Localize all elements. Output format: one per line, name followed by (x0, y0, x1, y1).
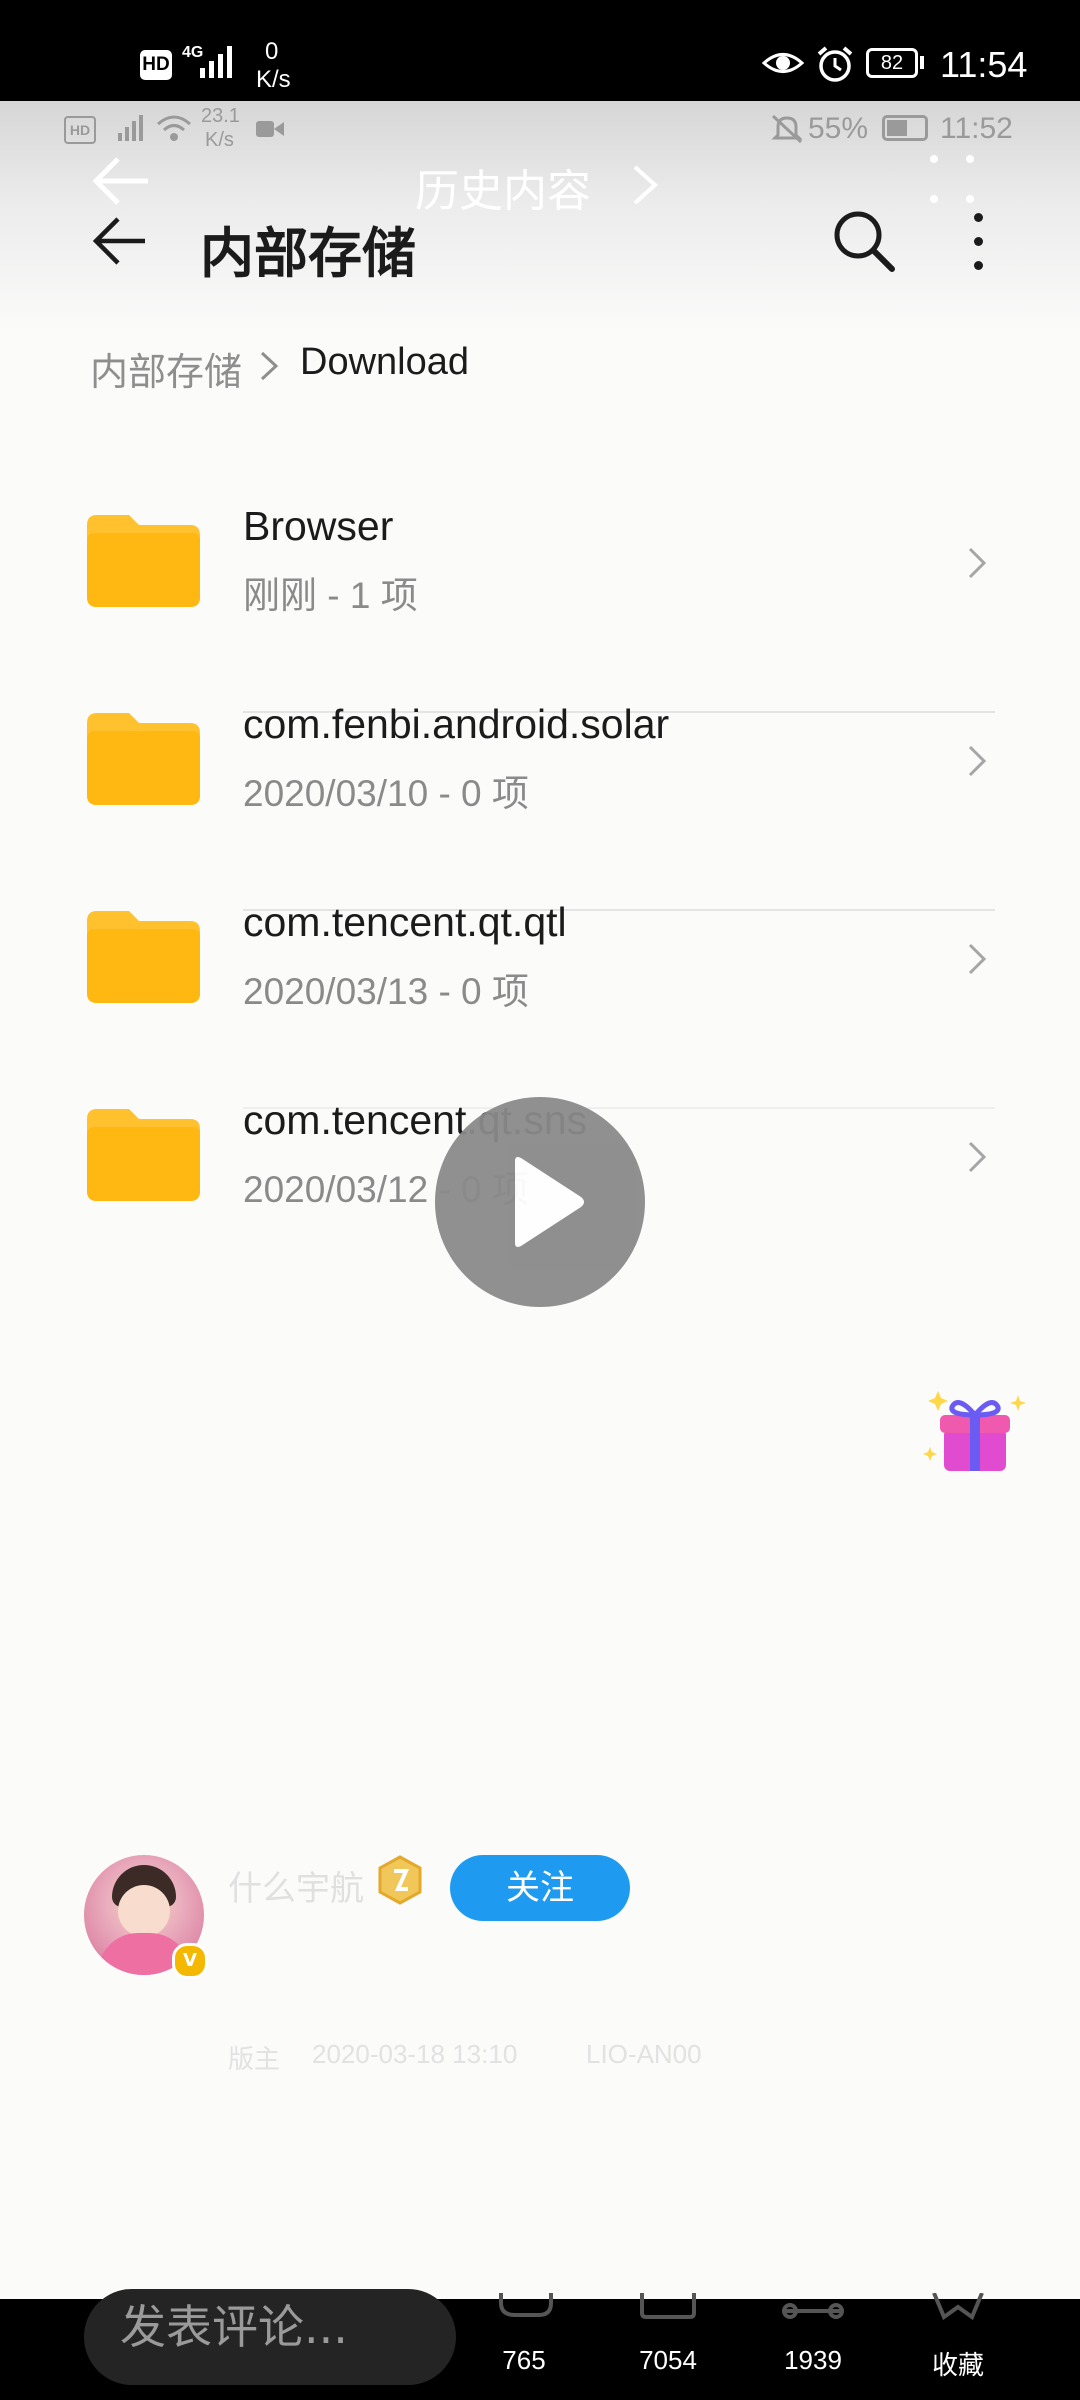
comment-placeholder: 发表评论... (120, 2300, 348, 2354)
inner-wifi-icon (157, 115, 191, 141)
signal-icon (200, 46, 232, 78)
share-count: 7054 (639, 2345, 697, 2375)
more-options-icon[interactable] (970, 213, 986, 273)
author-name[interactable]: 什么宇航 (228, 1861, 364, 1910)
overlay-chevron-right-icon[interactable] (630, 163, 660, 207)
play-button[interactable] (435, 1097, 645, 1307)
follow-button[interactable]: 关注 (450, 1855, 630, 1921)
folder-icon (87, 1109, 200, 1201)
verified-badge-icon: V (172, 1943, 208, 1979)
bottom-action-bar: 发表评论... 765 7054 1939 收藏 (0, 2289, 1080, 2400)
post-datetime: 2020-03-18 13:10 (312, 2039, 518, 2069)
net-speed-value: 0 (265, 38, 279, 65)
forward-count: 1939 (784, 2345, 842, 2375)
author-role: 版主 (228, 2044, 281, 2074)
overlay-more-icon[interactable] (930, 155, 974, 205)
breadcrumb-current: Download (300, 341, 469, 383)
file-name: com.fenbi.android.solar (243, 701, 670, 747)
breadcrumb-chevron-icon (260, 351, 279, 381)
level-badge-icon (378, 1855, 422, 1905)
page-title: 内部存储 (200, 222, 416, 285)
inner-mute-icon (771, 114, 803, 144)
overlay-back-icon[interactable] (88, 155, 154, 207)
list-item[interactable]: Browser 刚刚 - 1 项 (0, 461, 1080, 713)
eye-icon (762, 53, 804, 73)
inner-speed-value: 23.1 (201, 105, 240, 127)
list-item[interactable]: com.fenbi.android.solar 2020/03/10 - 0 项 (0, 659, 1080, 911)
battery-level: 82 (880, 52, 904, 74)
hd-badge: HD (140, 50, 172, 80)
inner-signal-icon (118, 115, 143, 141)
status-bar: HD 4G 0 K/s 82 11:54 (0, 0, 1080, 101)
share-icon[interactable] (638, 2293, 698, 2323)
chevron-right-icon (968, 547, 987, 579)
video-content[interactable]: HD 23.1 K/s 55% 11:52 历史内容 内部存储 内部存储 Dow… (0, 101, 1080, 2299)
folder-icon (87, 713, 200, 805)
file-name: com.tencent.qt.qtl (243, 899, 567, 945)
battery-icon: 82 (866, 48, 918, 78)
net-speed-unit: K/s (256, 66, 291, 93)
chevron-right-icon (968, 1141, 987, 1173)
folder-icon (87, 911, 200, 1003)
inner-speed-unit: K/s (205, 129, 234, 151)
overlay-title[interactable]: 历史内容 (415, 155, 591, 219)
forward-icon[interactable] (780, 2293, 846, 2327)
file-meta: 2020/03/10 - 0 项 (243, 773, 529, 814)
gift-icon[interactable] (922, 1385, 1030, 1475)
chevron-right-icon (968, 745, 987, 777)
file-meta: 2020/03/13 - 0 项 (243, 971, 529, 1012)
alarm-icon (817, 46, 853, 82)
clock: 11:54 (940, 44, 1028, 85)
file-meta: 刚刚 - 1 项 (243, 575, 418, 616)
chevron-right-icon (968, 943, 987, 975)
list-item[interactable]: com.tencent.qt.qtl 2020/03/13 - 0 项 (0, 857, 1080, 1109)
post-device: LIO-AN00 (586, 2039, 702, 2069)
comment-count: 765 (502, 2345, 546, 2375)
inner-record-icon (256, 121, 284, 137)
comment-icon[interactable] (495, 2293, 555, 2323)
breadcrumb-root[interactable]: 内部存储 (90, 341, 242, 396)
inner-battery-pct: 55% (808, 112, 869, 145)
play-icon (515, 1157, 584, 1247)
file-name: Browser (243, 503, 394, 549)
back-arrow-icon[interactable] (90, 211, 150, 271)
folder-icon (87, 515, 200, 607)
search-icon[interactable] (830, 207, 898, 275)
favorite-icon[interactable] (930, 2293, 986, 2327)
battery-tip (920, 56, 924, 69)
inner-clock: 11:52 (940, 112, 1013, 145)
favorite-label: 收藏 (931, 2350, 984, 2380)
inner-hd-icon: HD (64, 116, 96, 144)
inner-battery-icon (882, 115, 928, 141)
